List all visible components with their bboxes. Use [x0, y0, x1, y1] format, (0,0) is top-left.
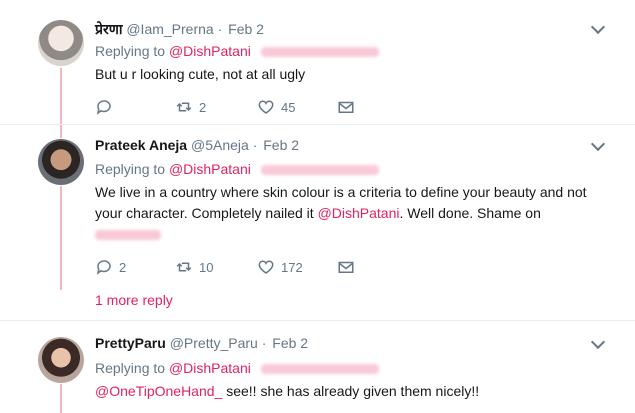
dm-button[interactable] [337, 97, 355, 117]
replying-mention[interactable]: @DishPatani [169, 360, 251, 376]
separator-dot: · [217, 21, 223, 37]
avatar[interactable] [38, 139, 84, 185]
text-segment: see!! she has already given them nicely!… [222, 383, 480, 399]
like-button[interactable]: 45 [257, 97, 295, 117]
chevron-down-icon[interactable] [590, 334, 606, 350]
tweet-text: @OneTipOneHand_ see!! she has already gi… [95, 381, 615, 402]
avatar[interactable] [38, 337, 84, 383]
display-name[interactable]: प्रेरणा [95, 21, 122, 37]
handle[interactable]: @Iam_Prerna [126, 21, 213, 37]
reply-icon [96, 260, 111, 275]
tweet-text-line [95, 224, 615, 245]
tweet[interactable]: प्रेरणा @Iam_Prerna · Feb 2 Replying to … [0, 0, 635, 124]
text-segment: your character. Completely nailed it [95, 205, 318, 221]
heart-icon [258, 100, 274, 114]
mention-link[interactable]: @DishPatani [318, 205, 400, 221]
tweet-header: PrettyParu @Pretty_Paru · Feb 2 [95, 335, 308, 351]
retweet-count: 10 [199, 259, 214, 275]
redacted-mention [95, 230, 161, 241]
reply-count: 2 [119, 259, 127, 275]
retweet-count: 2 [199, 99, 207, 115]
separator-dot: · [261, 335, 267, 351]
display-name[interactable]: Prateek Aneja [95, 137, 187, 153]
tweet-text: We live in a country where skin colour i… [95, 182, 615, 245]
display-name[interactable]: PrettyParu [95, 335, 166, 351]
retweet-icon [176, 102, 192, 112]
heart-icon [258, 260, 274, 274]
reply-button[interactable]: 2 [95, 257, 126, 277]
retweet-button[interactable]: 2 [175, 97, 206, 117]
chevron-down-icon[interactable] [590, 136, 606, 152]
more-replies-link[interactable]: 1 more reply [95, 292, 173, 308]
tweet-header: Prateek Aneja @5Aneja · Feb 2 [95, 137, 299, 153]
tweet-text-line: We live in a country where skin colour i… [95, 184, 587, 200]
replying-to: Replying to @DishPatani [95, 161, 379, 177]
avatar[interactable] [38, 20, 84, 66]
tweet-text-line: your character. Completely nailed it @Di… [95, 203, 615, 224]
redacted-mention [260, 364, 379, 375]
replying-to: Replying to @DishPatani [95, 43, 379, 59]
like-count: 45 [281, 99, 296, 115]
replying-mention[interactable]: @DishPatani [169, 43, 251, 59]
dm-button[interactable] [337, 257, 355, 277]
retweet-icon [176, 262, 192, 272]
replying-label: Replying to [95, 161, 166, 177]
mail-icon [338, 101, 354, 113]
handle[interactable]: @5Aneja [191, 137, 249, 153]
reply-button[interactable] [95, 97, 113, 117]
chevron-down-icon[interactable] [590, 19, 606, 35]
like-button[interactable]: 172 [257, 257, 303, 277]
timestamp[interactable]: Feb 2 [272, 335, 308, 351]
replying-to: Replying to @DishPatani [95, 360, 379, 376]
redacted-mention [260, 47, 379, 58]
reply-icon [96, 100, 111, 115]
separator-dot: · [252, 137, 258, 153]
mention-link[interactable]: @OneTipOneHand_ [95, 383, 222, 399]
tweet-text: But u r looking cute, not at all ugly [95, 66, 306, 82]
like-count: 172 [281, 259, 303, 275]
replying-mention[interactable]: @DishPatani [169, 161, 251, 177]
replying-label: Replying to [95, 360, 166, 376]
retweet-button[interactable]: 10 [175, 257, 213, 277]
timestamp[interactable]: Feb 2 [228, 21, 264, 37]
replying-label: Replying to [95, 43, 166, 59]
tweet[interactable]: Prateek Aneja @5Aneja · Feb 2 Replying t… [0, 125, 635, 320]
tweet[interactable]: PrettyParu @Pretty_Paru · Feb 2 Replying… [0, 321, 635, 413]
text-segment: . Well done. Shame on [399, 205, 541, 221]
mail-icon [338, 261, 354, 273]
timestamp[interactable]: Feb 2 [263, 137, 299, 153]
tweet-header: प्रेरणा @Iam_Prerna · Feb 2 [95, 20, 264, 39]
redacted-mention [260, 165, 379, 176]
handle[interactable]: @Pretty_Paru [170, 335, 258, 351]
